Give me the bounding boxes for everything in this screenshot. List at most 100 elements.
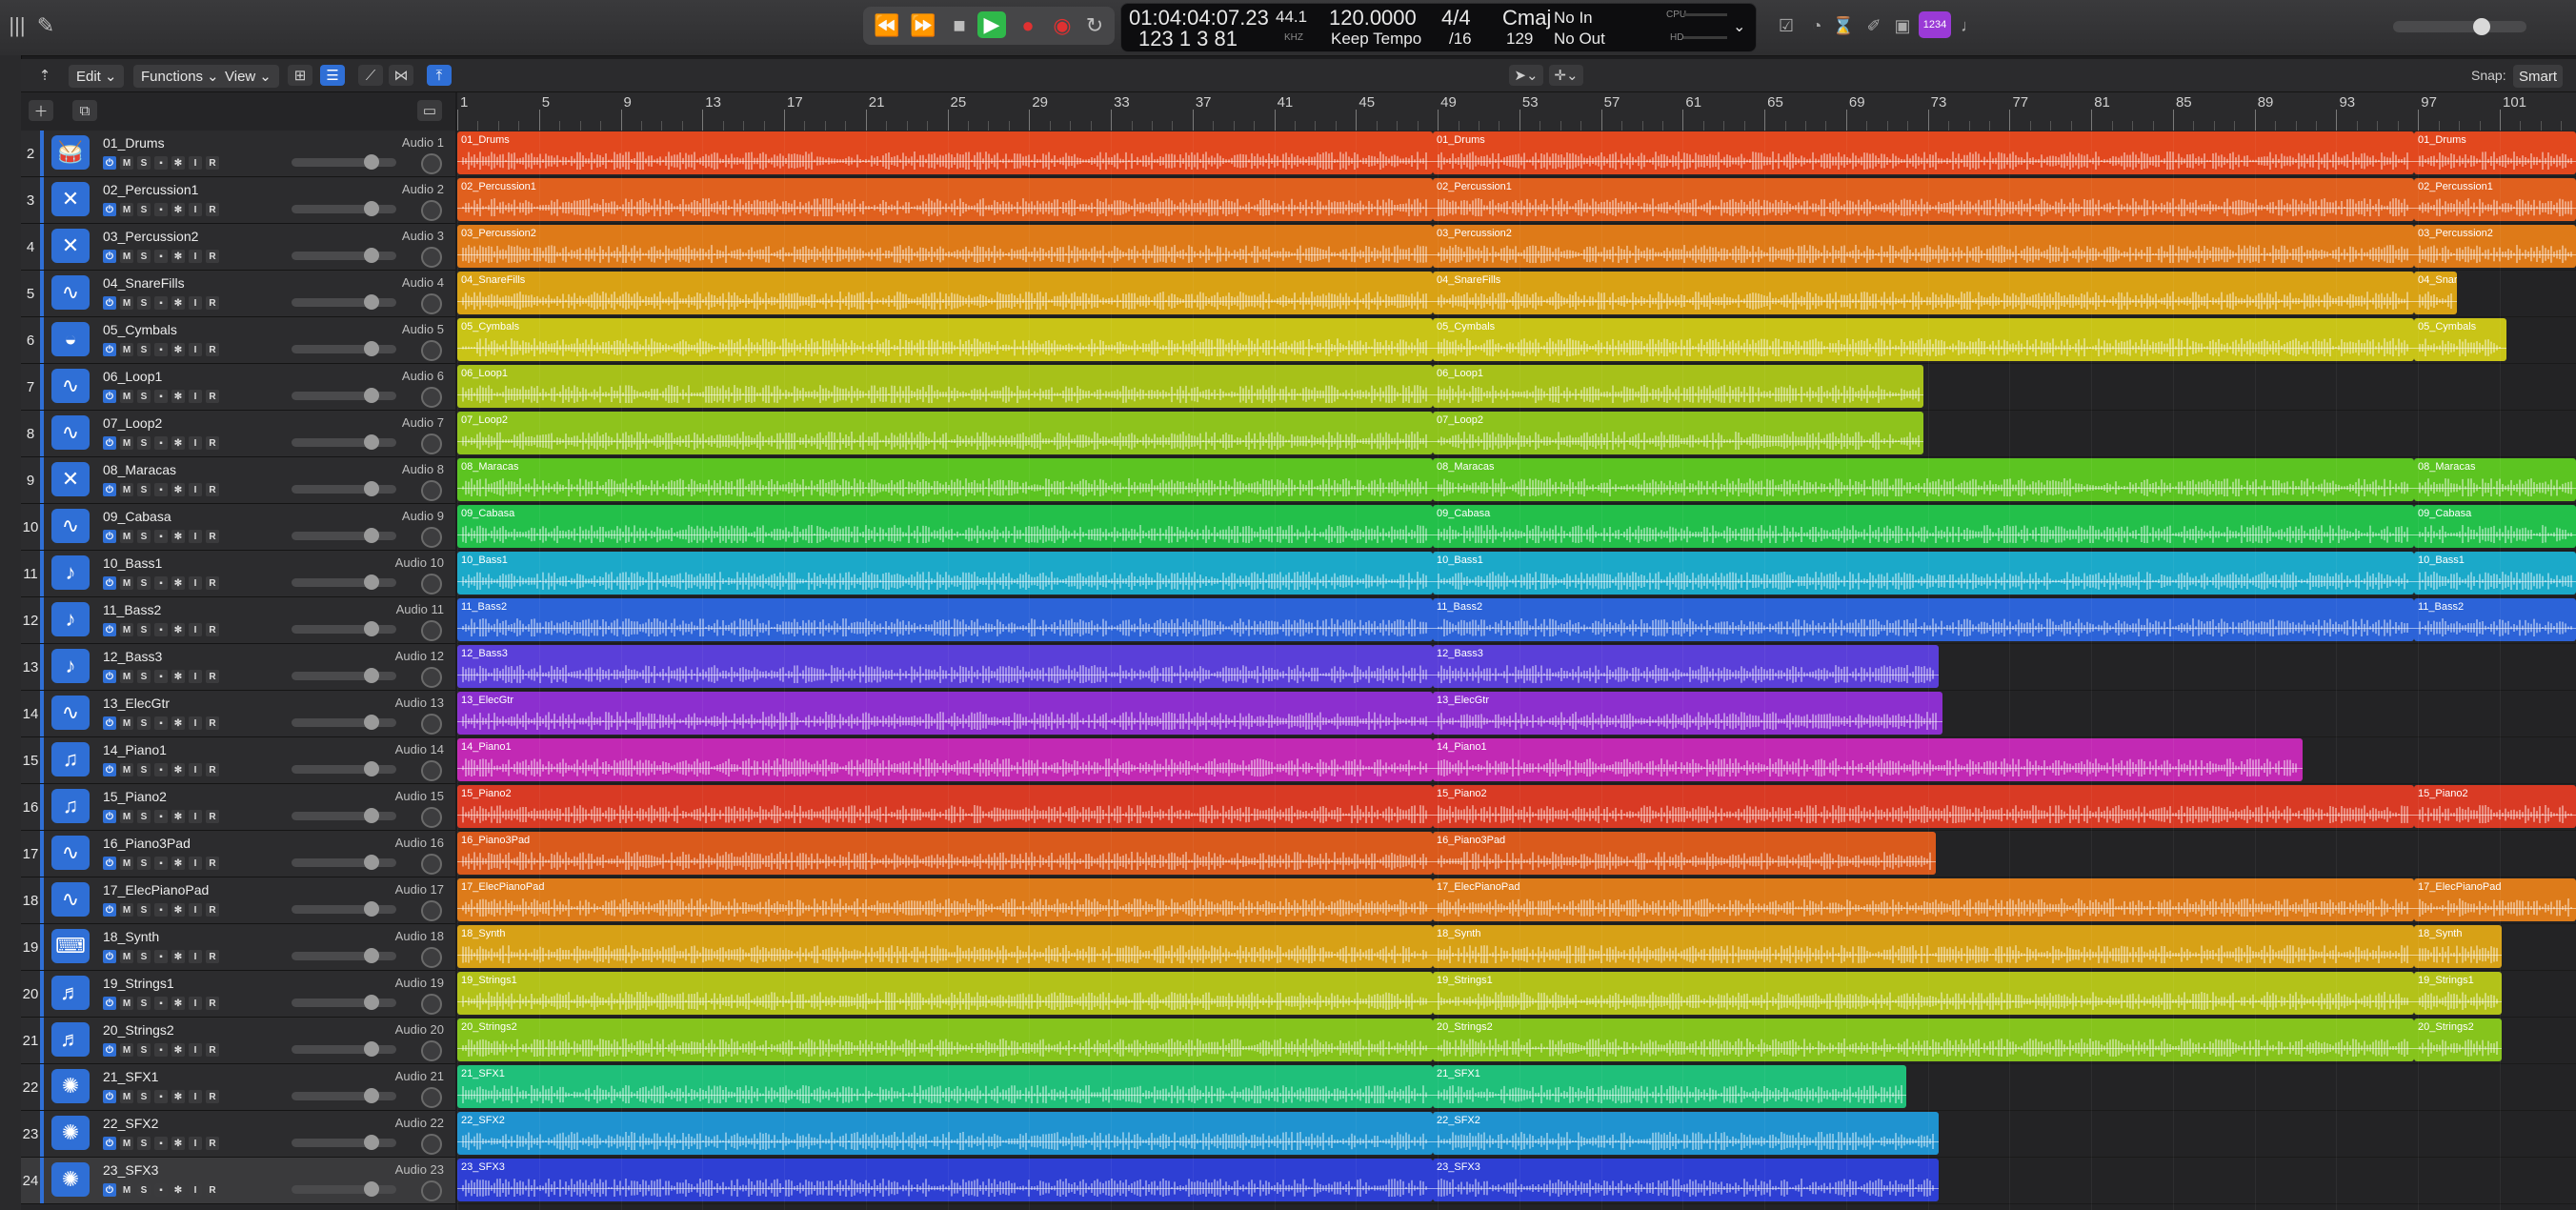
track-lock-icon[interactable]: ▪ (154, 810, 168, 823)
audio-region[interactable]: 03_Percussion2 (457, 225, 1433, 268)
solo-button[interactable]: S (137, 763, 151, 776)
track-name[interactable]: 05_Cymbals (103, 322, 177, 337)
audio-region[interactable]: 20_Strings2 (1433, 1018, 2414, 1061)
track-name[interactable]: 22_SFX2 (103, 1116, 158, 1131)
power-icon[interactable]: ⏻ (103, 576, 116, 590)
volume-fader-knob[interactable] (363, 528, 379, 543)
volume-fader-knob[interactable] (363, 1135, 379, 1150)
track-lock-icon[interactable]: ▪ (154, 1043, 168, 1057)
record-enable-button[interactable]: R (206, 716, 219, 730)
audio-region[interactable]: 17_ElecPianoPad (2414, 878, 2576, 921)
track-name[interactable]: 16_Piano3Pad (103, 836, 191, 851)
audio-region[interactable]: 16_Piano3Pad (457, 832, 1433, 875)
track-lock-icon[interactable]: ▪ (154, 390, 168, 403)
pan-knob[interactable] (421, 714, 442, 735)
solo-button[interactable]: S (137, 716, 151, 730)
record-enable-button[interactable]: R (206, 390, 219, 403)
volume-fader[interactable] (292, 668, 396, 683)
track-lock-icon[interactable]: ▪ (154, 156, 168, 170)
power-icon[interactable]: ⏻ (103, 436, 116, 450)
volume-fader-knob[interactable] (363, 341, 379, 356)
track-lock-icon[interactable]: ▪ (154, 623, 168, 636)
track-name[interactable]: 02_Percussion1 (103, 182, 198, 197)
audio-region[interactable]: 01_Drums (457, 131, 1433, 174)
pan-knob[interactable] (421, 200, 442, 221)
global-tracks-icon[interactable]: ▭ (417, 100, 442, 121)
track-lock-icon[interactable]: ▪ (154, 716, 168, 730)
solo-button[interactable]: S (137, 1090, 151, 1103)
track-lock-icon[interactable]: ▪ (154, 576, 168, 590)
pan-knob[interactable] (421, 153, 442, 174)
freeze-icon[interactable]: ✻ (171, 156, 185, 170)
guitar-icon[interactable]: ♪ (51, 602, 90, 636)
master-volume-slider[interactable] (2393, 18, 2526, 35)
power-icon[interactable]: ⏻ (103, 763, 116, 776)
track-lock-icon[interactable]: ▪ (154, 903, 168, 917)
solo-button[interactable]: S (137, 857, 151, 870)
audio-region[interactable]: 20_Strings2 (2414, 1018, 2502, 1061)
waveform-icon[interactable]: ∿ (51, 836, 90, 870)
volume-fader[interactable] (292, 341, 396, 356)
audio-region[interactable]: 02_Percussion1 (457, 178, 1433, 221)
audio-region[interactable]: 13_ElecGtr (1433, 692, 1942, 735)
volume-fader[interactable] (292, 715, 396, 730)
mute-button[interactable]: M (120, 203, 133, 216)
audio-region[interactable]: 22_SFX2 (457, 1112, 1433, 1155)
track-header[interactable]: 4 ✕ 03_Percussion2 Audio 3 ⏻ M S ▪ ✻ I R (21, 224, 455, 271)
track-lock-icon[interactable]: ▪ (154, 997, 168, 1010)
automation-icon[interactable]: ⟋ (358, 65, 383, 86)
freeze-icon[interactable]: ✻ (171, 296, 185, 310)
volume-fader-knob[interactable] (363, 248, 379, 263)
audio-region[interactable]: 17_ElecPianoPad (457, 878, 1433, 921)
piano-icon[interactable]: ♫ (51, 789, 90, 823)
mute-button[interactable]: M (120, 296, 133, 310)
track-header[interactable]: 5 ∿ 04_SnareFills Audio 4 ⏻ M S ▪ ✻ I R (21, 271, 455, 317)
volume-fader[interactable] (292, 808, 396, 823)
audio-region[interactable]: 14_Piano1 (1433, 738, 2303, 781)
input-monitor-button[interactable]: I (189, 156, 202, 170)
volume-fader[interactable] (292, 948, 396, 963)
audio-region[interactable]: 08_Maracas (2414, 458, 2576, 501)
track-name[interactable]: 07_Loop2 (103, 415, 162, 431)
record-enable-button[interactable]: R (206, 483, 219, 496)
volume-fader-knob[interactable] (363, 1041, 379, 1057)
track-name[interactable]: 03_Percussion2 (103, 229, 198, 244)
freeze-icon[interactable]: ✻ (171, 763, 185, 776)
record-enable-button[interactable]: R (206, 203, 219, 216)
input-monitor-button[interactable]: I (189, 997, 202, 1010)
list-editors-icon[interactable]: ☑ (1774, 11, 1799, 40)
grid-view-icon[interactable]: ⊞ (288, 65, 312, 86)
audio-region[interactable]: 11_Bass2 (1433, 598, 2414, 641)
volume-fader[interactable] (292, 434, 396, 450)
pointer-tool-icon[interactable]: ➤⌄ (1509, 65, 1543, 86)
pan-knob[interactable] (421, 1134, 442, 1155)
track-lock-icon[interactable]: ▪ (154, 530, 168, 543)
pan-knob[interactable] (421, 947, 442, 968)
record-enable-button[interactable]: R (206, 530, 219, 543)
power-icon[interactable]: ⏻ (103, 903, 116, 917)
track-header[interactable]: 8 ∿ 07_Loop2 Audio 7 ⏻ M S ▪ ✻ I R (21, 411, 455, 457)
audio-region[interactable]: 09_Cabasa (457, 505, 1433, 548)
audio-region[interactable]: 07_Loop2 (1433, 412, 1923, 454)
record-enable-button[interactable]: R (206, 810, 219, 823)
track-lock-icon[interactable]: ▪ (154, 1090, 168, 1103)
mute-button[interactable]: M (120, 530, 133, 543)
pan-knob[interactable] (421, 340, 442, 361)
volume-fader-knob[interactable] (363, 154, 379, 170)
input-monitor-button[interactable]: I (189, 250, 202, 263)
input-monitor-button[interactable]: I (189, 203, 202, 216)
add-track-icon[interactable]: ＋ (29, 100, 53, 121)
volume-fader-knob[interactable] (363, 901, 379, 917)
mute-button[interactable]: M (120, 1090, 133, 1103)
metronome-count-icon[interactable]: ♩ (1957, 11, 1982, 40)
mute-button[interactable]: M (120, 483, 133, 496)
metronome-icon[interactable]: ⌛ (1831, 11, 1856, 40)
capture-record-button[interactable]: ◉ (1048, 10, 1077, 42)
lcd-display[interactable]: 01:04:04:07.23 123 1 3 81 44.1 KHZ 120.0… (1120, 3, 1757, 52)
mute-button[interactable]: M (120, 903, 133, 917)
audio-region[interactable]: 17_ElecPianoPad (1433, 878, 2414, 921)
track-name[interactable]: 17_ElecPianoPad (103, 882, 209, 897)
pan-knob[interactable] (421, 1040, 442, 1061)
input-monitor-button[interactable]: I (189, 436, 202, 450)
track-name[interactable]: 06_Loop1 (103, 369, 162, 384)
